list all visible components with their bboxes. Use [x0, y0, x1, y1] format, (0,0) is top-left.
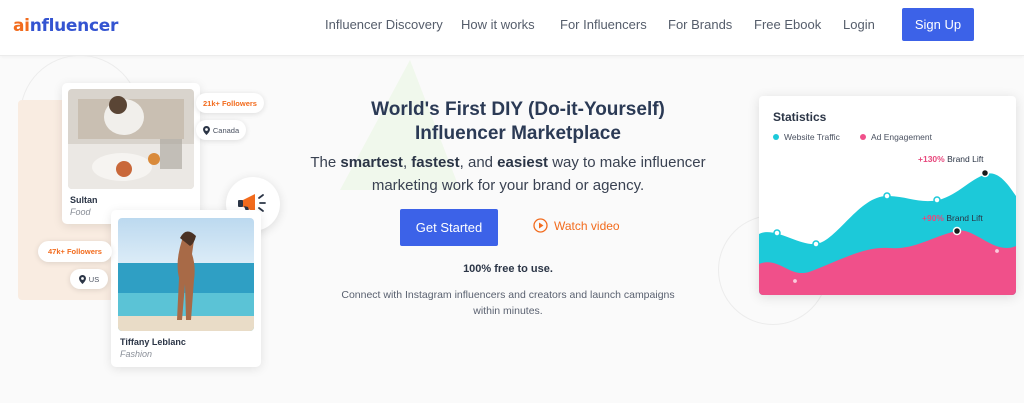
peak-point	[952, 226, 962, 236]
data-point	[993, 247, 1001, 255]
brand-lift-label: +90% Brand Lift	[922, 213, 983, 223]
hero-title: World's First DIY (Do-it-Yourself) Influ…	[330, 98, 706, 146]
influencer-name: Sultan	[70, 195, 98, 205]
sub-text: The	[310, 154, 341, 171]
sub-text: , and	[459, 154, 498, 171]
nav-free-ebook[interactable]: Free Ebook	[754, 17, 821, 32]
sign-up-button[interactable]: Sign Up	[902, 8, 974, 41]
location-badge: US	[70, 269, 108, 289]
brand-lift-text: Brand Lift	[943, 213, 983, 223]
location-pin-icon	[78, 274, 86, 284]
influencer-name: Tiffany Leblanc	[120, 337, 186, 347]
statistics-area-chart	[759, 168, 1016, 295]
sub-bold: smartest	[340, 154, 403, 171]
connect-description: Connect with Instagram influencers and c…	[341, 289, 675, 317]
followers-badge: 47k+ Followers	[38, 241, 112, 262]
play-circle-icon	[533, 218, 548, 233]
hero-title-line1: World's First DIY (Do-it-Yourself)	[371, 99, 665, 120]
influencer-photo	[68, 89, 194, 189]
nav-how-it-works[interactable]: How it works	[461, 17, 535, 32]
hero-title-line2: Influencer Marketplace	[415, 123, 621, 144]
location-badge: Canada	[196, 120, 246, 140]
watch-video-link[interactable]: Watch video	[533, 218, 620, 233]
influencer-photo	[118, 218, 254, 331]
get-started-button[interactable]: Get Started	[400, 209, 498, 246]
influencer-category: Fashion	[120, 349, 153, 359]
watch-video-label: Watch video	[554, 218, 620, 233]
nav-influencer-discovery[interactable]: Influencer Discovery	[325, 17, 443, 32]
brand-lift-pct: +130%	[918, 154, 945, 164]
nav-for-influencers[interactable]: For Influencers	[560, 17, 647, 32]
influencer-category: Food	[70, 207, 91, 217]
data-point	[812, 240, 820, 248]
influencer-card[interactable]: Tiffany Leblanc Fashion	[111, 210, 261, 367]
data-point	[933, 196, 941, 204]
nav-login[interactable]: Login	[843, 17, 875, 32]
food-photo-illustration	[68, 89, 194, 189]
data-point	[883, 192, 891, 200]
free-to-use-text: 100% free to use.	[463, 263, 553, 275]
hero-subtitle: The smartest, fastest, and easiest way t…	[300, 151, 716, 197]
brand-lift-label: +130% Brand Lift	[918, 154, 983, 164]
brand-lift-text: Brand Lift	[944, 154, 984, 164]
data-point	[791, 277, 799, 285]
influencer-card[interactable]: Sultan Food	[62, 83, 200, 224]
location-pin-icon	[202, 125, 210, 135]
logo-ai-part: ai	[13, 16, 30, 36]
sub-bold: fastest	[411, 154, 460, 171]
location-label: Canada	[212, 125, 240, 135]
statistics-card: Statistics Website Traffic Ad Engagement…	[759, 96, 1016, 295]
brand-lift-pct: +90%	[922, 213, 944, 223]
sub-bold: easiest	[497, 154, 549, 171]
beach-photo-illustration	[118, 218, 254, 331]
logo-rest-part: nfluencer	[29, 16, 119, 36]
top-navbar: ainfluencer Influencer Discovery How it …	[0, 0, 1024, 56]
followers-badge: 21k+ Followers	[196, 93, 264, 113]
nav-for-brands[interactable]: For Brands	[668, 17, 732, 32]
peak-point	[980, 168, 990, 178]
data-point	[773, 229, 781, 237]
ainfluencer-logo[interactable]: ainfluencer	[13, 16, 118, 36]
location-label: US	[88, 274, 100, 284]
